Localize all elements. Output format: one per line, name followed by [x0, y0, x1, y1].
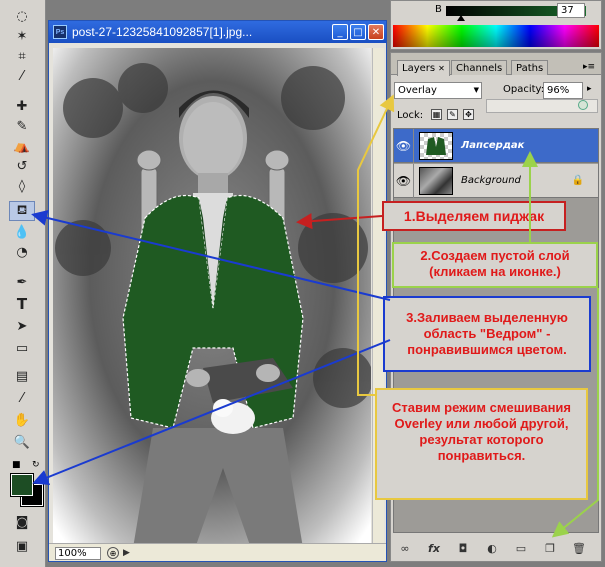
visibility-eye-icon[interactable]: 👁 [394, 128, 414, 163]
quick-mask-icon[interactable]: ◙ [9, 512, 35, 532]
lasso-tool-icon[interactable]: ◌ [9, 6, 35, 26]
link-layers-icon[interactable]: ∞ [397, 542, 413, 555]
minimize-button[interactable]: _ [332, 24, 348, 40]
panel-menu-icon[interactable]: ▸≡ [583, 62, 595, 72]
dodge-tool-icon[interactable]: ◔ [9, 242, 35, 262]
tab-layers[interactable]: Layers ✕ [397, 60, 450, 76]
blue-channel-label: B [435, 4, 442, 15]
annotation-step-4: Ставим режим смешивания Overley или любо… [375, 388, 588, 500]
lock-icon: 🔒 [571, 175, 584, 186]
close-button[interactable]: ✕ [368, 24, 384, 40]
new-group-icon[interactable]: ▭ [513, 542, 529, 555]
lock-transparency-icon[interactable]: ▦ [431, 109, 442, 120]
layer-thumbnail [419, 131, 453, 160]
color-spectrum[interactable] [393, 25, 599, 47]
foreground-color-swatch[interactable] [10, 473, 34, 497]
layer-name: Лапсердак [461, 140, 525, 151]
document-window: Ps post-27-12325841092857[1].jpg... _ □ … [48, 20, 387, 562]
photo [53, 48, 371, 554]
opacity-label: Opacity: [503, 84, 545, 95]
tools-panel: ◌ ✶ ⌗ ⁄ ✚ ✎ ⛺ ↺ ◊ ⛾ 💧 ◔ ✒ T ➤ ▭ ▤ ⁄ ✋ 🔍 … [0, 0, 46, 567]
zoom-icon[interactable]: ⊕ [107, 547, 119, 559]
lock-label: Lock: [397, 110, 424, 121]
brush-tool-icon[interactable]: ✎ [9, 116, 35, 136]
new-layer-icon[interactable]: ❐ [542, 542, 558, 555]
jacket-thumbnail-icon [426, 136, 446, 155]
lock-position-icon[interactable]: ✥ [463, 109, 474, 120]
screen-mode-icon[interactable]: ▣ [9, 536, 35, 556]
blue-channel-value[interactable]: 37 [557, 3, 585, 18]
annotation-step-3: 3.Заливаем выделенную область "Ведром" -… [383, 296, 591, 372]
blur-tool-icon[interactable]: 💧 [9, 222, 35, 242]
zoom-level-field[interactable]: 100% [55, 547, 101, 560]
hand-tool-icon[interactable]: ✋ [9, 410, 35, 430]
tab-channels-label: Channels [456, 62, 503, 74]
layer-style-icon[interactable]: fx [426, 542, 442, 555]
tab-paths[interactable]: Paths [511, 60, 549, 75]
status-arrow-icon[interactable]: ▶ [123, 548, 130, 558]
default-colors-icon[interactable]: ■ [12, 460, 21, 470]
history-brush-tool-icon[interactable]: ↺ [9, 156, 35, 176]
close-icon[interactable]: ✕ [438, 64, 445, 73]
annotation-step-1: 1.Выделяем пиджак [382, 201, 566, 231]
notes-tool-icon[interactable]: ▤ [9, 366, 35, 386]
adjustment-layer-icon[interactable]: ◐ [484, 542, 500, 555]
path-selection-tool-icon[interactable]: ➤ [9, 316, 35, 336]
opacity-field[interactable]: 96% [543, 82, 583, 99]
tab-paths-label: Paths [516, 62, 544, 74]
document-title: post-27-12325841092857[1].jpg... [72, 25, 253, 39]
healing-brush-tool-icon[interactable]: ✚ [9, 96, 35, 116]
image-canvas[interactable] [53, 48, 371, 554]
layer-mask-icon[interactable]: ◘ [455, 542, 471, 555]
layers-bottom-toolbar: ∞ fx ◘ ◐ ▭ ❐ 🗑 [397, 539, 597, 557]
layer-name: Background [461, 175, 521, 186]
eyedropper-tool-icon[interactable]: ⁄ [9, 66, 35, 86]
layer-row-lapserdak[interactable]: 👁 Лапсердак [394, 128, 598, 163]
rectangle-tool-icon[interactable]: ▭ [9, 338, 35, 358]
delete-layer-icon[interactable]: 🗑 [571, 542, 587, 555]
opacity-slider-thumb[interactable] [578, 100, 588, 110]
pen-tool-icon[interactable]: ✒ [9, 272, 35, 292]
crop-tool-icon[interactable]: ⌗ [9, 46, 35, 66]
eyedropper-sample-tool-icon[interactable]: ⁄ [9, 388, 35, 408]
maximize-button[interactable]: □ [350, 24, 366, 40]
swap-colors-icon[interactable]: ↻ [32, 460, 40, 470]
panel-tab-bar: Layers ✕ Channels Paths ▸≡ [391, 53, 601, 76]
status-bar: 100% ⊕ ▶ [49, 543, 386, 561]
blue-channel-thumb[interactable] [457, 15, 465, 21]
layer-thumbnail [419, 166, 453, 195]
tab-layers-label: Layers [402, 63, 436, 74]
eraser-tool-icon[interactable]: ◊ [9, 176, 35, 196]
magic-wand-tool-icon[interactable]: ✶ [9, 26, 35, 46]
annotation-step-2: 2.Создаем пустой слой (кликаем на иконке… [392, 242, 598, 288]
zoom-tool-icon[interactable]: 🔍 [9, 432, 35, 452]
blend-mode-select[interactable]: Overlay [394, 82, 482, 99]
opacity-dropdown-icon[interactable]: ▸ [587, 84, 592, 94]
paint-bucket-tool-icon[interactable]: ⛾ [9, 201, 35, 221]
lock-image-icon[interactable]: ✎ [447, 109, 458, 120]
layer-row-background[interactable]: 👁 Background 🔒 [394, 163, 598, 198]
type-tool-icon[interactable]: T [9, 294, 35, 314]
visibility-eye-icon[interactable]: 👁 [394, 163, 414, 198]
clone-stamp-tool-icon[interactable]: ⛺ [9, 136, 35, 156]
photoshop-icon: Ps [53, 25, 67, 39]
tab-channels[interactable]: Channels [451, 60, 508, 75]
